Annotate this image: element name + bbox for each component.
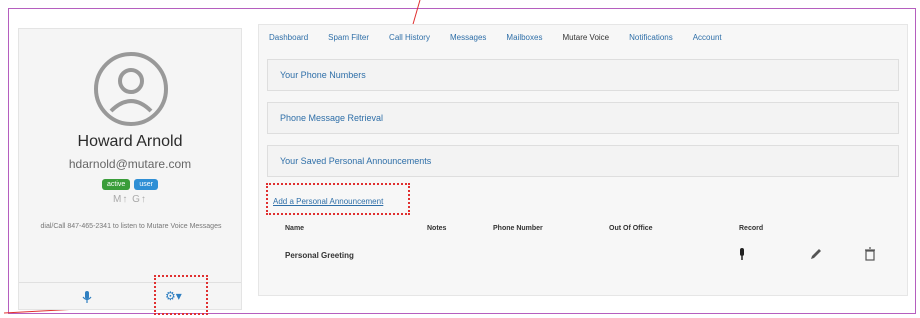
user-avatar-icon [94,52,168,126]
tab-spam-filter[interactable]: Spam Filter [328,33,369,42]
status-codes: M↑ G↑ [113,194,147,205]
tab-mutare-voice[interactable]: Mutare Voice [562,33,609,42]
tab-bar: Dashboard Spam Filter Call History Messa… [269,33,742,49]
annotation-box-settings [154,275,208,315]
tab-dashboard[interactable]: Dashboard [269,33,308,42]
tab-account[interactable]: Account [693,33,722,42]
user-name: Howard Arnold [77,133,183,150]
column-header-phone: Phone Number [493,225,543,232]
column-header-name: Name [285,225,305,232]
tab-notifications[interactable]: Notifications [629,33,673,42]
active-badge: active [102,179,131,190]
tab-call-history[interactable]: Call History [389,33,430,42]
profile-card: Howard Arnold hdarnold@mutare.com active… [18,28,242,310]
microphone-icon[interactable] [79,289,95,305]
column-header-notes: Notes [427,225,447,232]
tab-messages[interactable]: Messages [450,33,486,42]
user-badge: user [134,179,158,190]
section-message-retrieval[interactable]: Phone Message Retrieval [267,102,899,134]
section-saved-announcements[interactable]: Your Saved Personal Announcements [267,145,899,177]
table-row-name: Personal Greeting [285,251,354,260]
column-header-out-of-office: Out Of Office [609,225,653,232]
annotation-box-add-link [266,183,410,215]
edit-pencil-icon[interactable] [809,247,823,261]
record-microphone-icon[interactable] [735,247,749,261]
tab-mailboxes[interactable]: Mailboxes [506,33,542,42]
help-text: dial/Call 847-465-2341 to listen to Muta… [40,223,222,230]
user-email: hdarnold@mutare.com [68,157,192,171]
column-header-record: Record [739,225,764,232]
main-panel: Dashboard Spam Filter Call History Messa… [258,24,908,296]
section-phone-numbers[interactable]: Your Phone Numbers [267,59,899,91]
status-badges: active user [19,179,241,190]
delete-trash-icon[interactable] [863,247,877,261]
